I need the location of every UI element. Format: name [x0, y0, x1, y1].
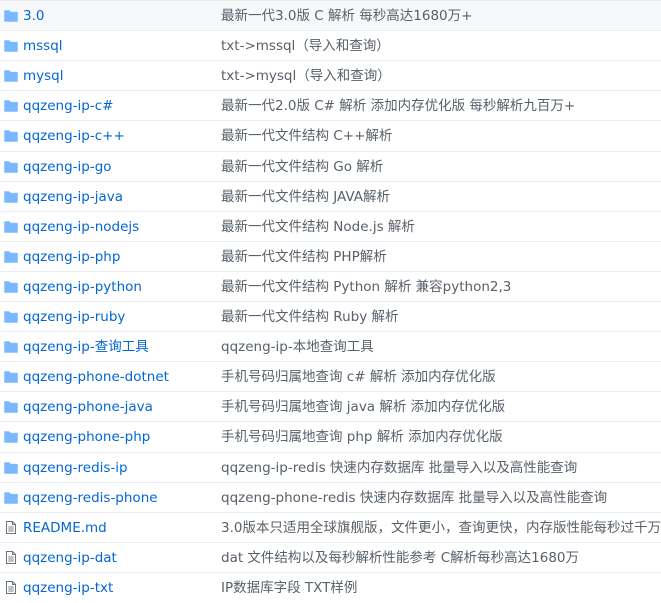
file-row[interactable]: qqzeng-phone-php 手机号码归属地查询 php 解析 添加内存优化版 [0, 421, 661, 451]
file-name-link[interactable]: qqzeng-ip-go [23, 152, 112, 182]
folder-icon [4, 280, 18, 293]
file-name-link[interactable]: qqzeng-ip-c# [23, 91, 113, 121]
file-name-link[interactable]: 3.0 [23, 1, 44, 31]
file-description: qqzeng-phone-redis 快速内存数据库 批量导入以及高性能查询 [221, 489, 608, 506]
folder-icon [4, 69, 18, 82]
file-name-link[interactable]: mysql [23, 61, 64, 91]
folder-icon [4, 310, 18, 323]
file-description: IP数据库字段 TXT样例 [221, 579, 358, 596]
folder-icon [4, 190, 18, 203]
folder-icon [4, 491, 18, 504]
file-row[interactable]: qqzeng-ip-php 最新一代文件结构 PHP解析 [0, 240, 661, 272]
file-name-link[interactable]: qqzeng-ip-c++ [23, 121, 125, 151]
file-row[interactable]: mysql txt->mysql（导入和查询） [0, 60, 661, 90]
file-row[interactable]: 3.0 最新一代3.0版 C 解析 每秒高达1680万+ [0, 0, 661, 30]
file-description: 最新一代文件结构 JAVA解析 [221, 188, 391, 205]
folder-icon [4, 461, 18, 474]
folder-icon [4, 99, 18, 113]
file-description: dat 文件结构以及每秒解析性能参考 C解析每秒高达1680万 [221, 549, 579, 566]
file-name-link[interactable]: qqzeng-redis-ip [23, 453, 128, 483]
file-description: 手机号码归属地查询 php 解析 添加内存优化版 [221, 429, 503, 446]
file-row[interactable]: qqzeng-ip-go 最新一代文件结构 Go 解析 [0, 150, 661, 182]
file-description: qqzeng-ip-本地查询工具 [221, 339, 374, 356]
file-description: 最新一代2.0版 C# 解析 添加内存优化版 每秒解析九百万+ [221, 98, 576, 115]
file-name-link[interactable]: qqzeng-phone-dotnet [23, 362, 169, 392]
file-icon [4, 520, 18, 534]
file-name-link[interactable]: qqzeng-ip-查询工具 [23, 332, 149, 362]
file-icon [4, 580, 18, 594]
file-description: qqzeng-ip-redis 快速内存数据库 批量导入以及高性能查询 [221, 459, 578, 476]
file-name-link[interactable]: qqzeng-phone-java [23, 392, 153, 422]
folder-icon [4, 370, 18, 383]
file-row[interactable]: qqzeng-ip-c++ 最新一代文件结构 C++解析 [0, 120, 661, 150]
file-description: 手机号码归属地查询 java 解析 添加内存优化版 [221, 399, 506, 416]
file-name-link[interactable]: qqzeng-phone-php [23, 422, 150, 452]
file-name-link[interactable]: qqzeng-ip-txt [23, 573, 113, 603]
file-icon [4, 550, 18, 564]
file-name-link[interactable]: mssql [23, 31, 63, 61]
file-description: 最新一代文件结构 PHP解析 [221, 248, 387, 265]
folder-icon [4, 400, 18, 414]
folder-icon [4, 340, 18, 353]
file-row[interactable]: qqzeng-ip-nodejs 最新一代文件结构 Node.js 解析 [0, 210, 661, 242]
file-description: 最新一代文件结构 Node.js 解析 [221, 218, 415, 235]
file-list: 3.0 最新一代3.0版 C 解析 每秒高达1680万+ mssql txt->ms… [0, 0, 661, 603]
file-row[interactable]: qqzeng-phone-java 手机号码归属地查询 java 解析 添加内存优… [0, 391, 661, 421]
file-row[interactable]: qqzeng-redis-ip qqzeng-ip-redis 快速内存数据库 批… [0, 451, 661, 483]
file-row[interactable]: qqzeng-ip-dat dat 文件结构以及每秒解析性能参考 C解析每秒高达1… [0, 541, 661, 573]
file-description: 最新一代文件结构 Go 解析 [221, 158, 384, 175]
file-description: 3.0版本只适用全球旗舰版，文件更小，查询更快，内存版性能每秒过千万级 [221, 519, 661, 536]
folder-icon [4, 430, 18, 444]
file-name-link[interactable]: qqzeng-ip-nodejs [23, 212, 139, 242]
folder-icon [4, 129, 18, 143]
file-row[interactable]: qqzeng-ip-查询工具 qqzeng-ip-本地查询工具 [0, 331, 661, 361]
file-row[interactable]: mssql txt->mssql（导入和查询） [0, 30, 661, 60]
file-description: 最新一代3.0版 C 解析 每秒高达1680万+ [221, 8, 473, 24]
file-row[interactable]: qqzeng-ip-c# 最新一代2.0版 C# 解析 添加内存优化版 每秒解析九… [0, 90, 661, 120]
folder-icon [4, 160, 18, 173]
file-description: txt->mssql（导入和查询） [221, 38, 390, 55]
file-name-link[interactable]: qqzeng-ip-java [23, 182, 123, 212]
folder-icon [4, 220, 18, 233]
file-row[interactable]: qqzeng-ip-java 最新一代文件结构 JAVA解析 [0, 180, 661, 212]
file-row[interactable]: qqzeng-redis-phone qqzeng-phone-redis 快速内… [0, 481, 661, 513]
file-name-link[interactable]: qqzeng-ip-python [23, 272, 142, 302]
file-name-link[interactable]: qqzeng-ip-ruby [23, 302, 125, 332]
file-description: 最新一代文件结构 Ruby 解析 [221, 309, 399, 325]
file-name-link[interactable]: qqzeng-ip-dat [23, 543, 117, 573]
file-row[interactable]: qqzeng-ip-python 最新一代文件结构 Python 解析 兼容pyt… [0, 270, 661, 302]
file-name-link[interactable]: README.md [23, 513, 107, 543]
file-row[interactable]: README.md 3.0版本只适用全球旗舰版，文件更小，查询更快，内存版性能每秒… [0, 511, 661, 543]
file-row[interactable]: qqzeng-ip-txt IP数据库字段 TXT样例 [0, 571, 661, 603]
folder-icon [4, 250, 18, 263]
file-description: 手机号码归属地查询 c# 解析 添加内存优化版 [221, 369, 496, 386]
folder-icon [4, 39, 18, 52]
file-row[interactable]: qqzeng-ip-ruby 最新一代文件结构 Ruby 解析 [0, 301, 661, 331]
file-name-link[interactable]: qqzeng-redis-phone [23, 483, 158, 513]
file-description: 最新一代文件结构 C++解析 [221, 128, 393, 145]
file-row[interactable]: qqzeng-phone-dotnet 手机号码归属地查询 c# 解析 添加内存优… [0, 361, 661, 391]
file-description: txt->mysql（导入和查询） [221, 68, 391, 85]
folder-icon [4, 9, 18, 22]
file-name-link[interactable]: qqzeng-ip-php [23, 242, 120, 272]
file-description: 最新一代文件结构 Python 解析 兼容python2,3 [221, 278, 512, 295]
